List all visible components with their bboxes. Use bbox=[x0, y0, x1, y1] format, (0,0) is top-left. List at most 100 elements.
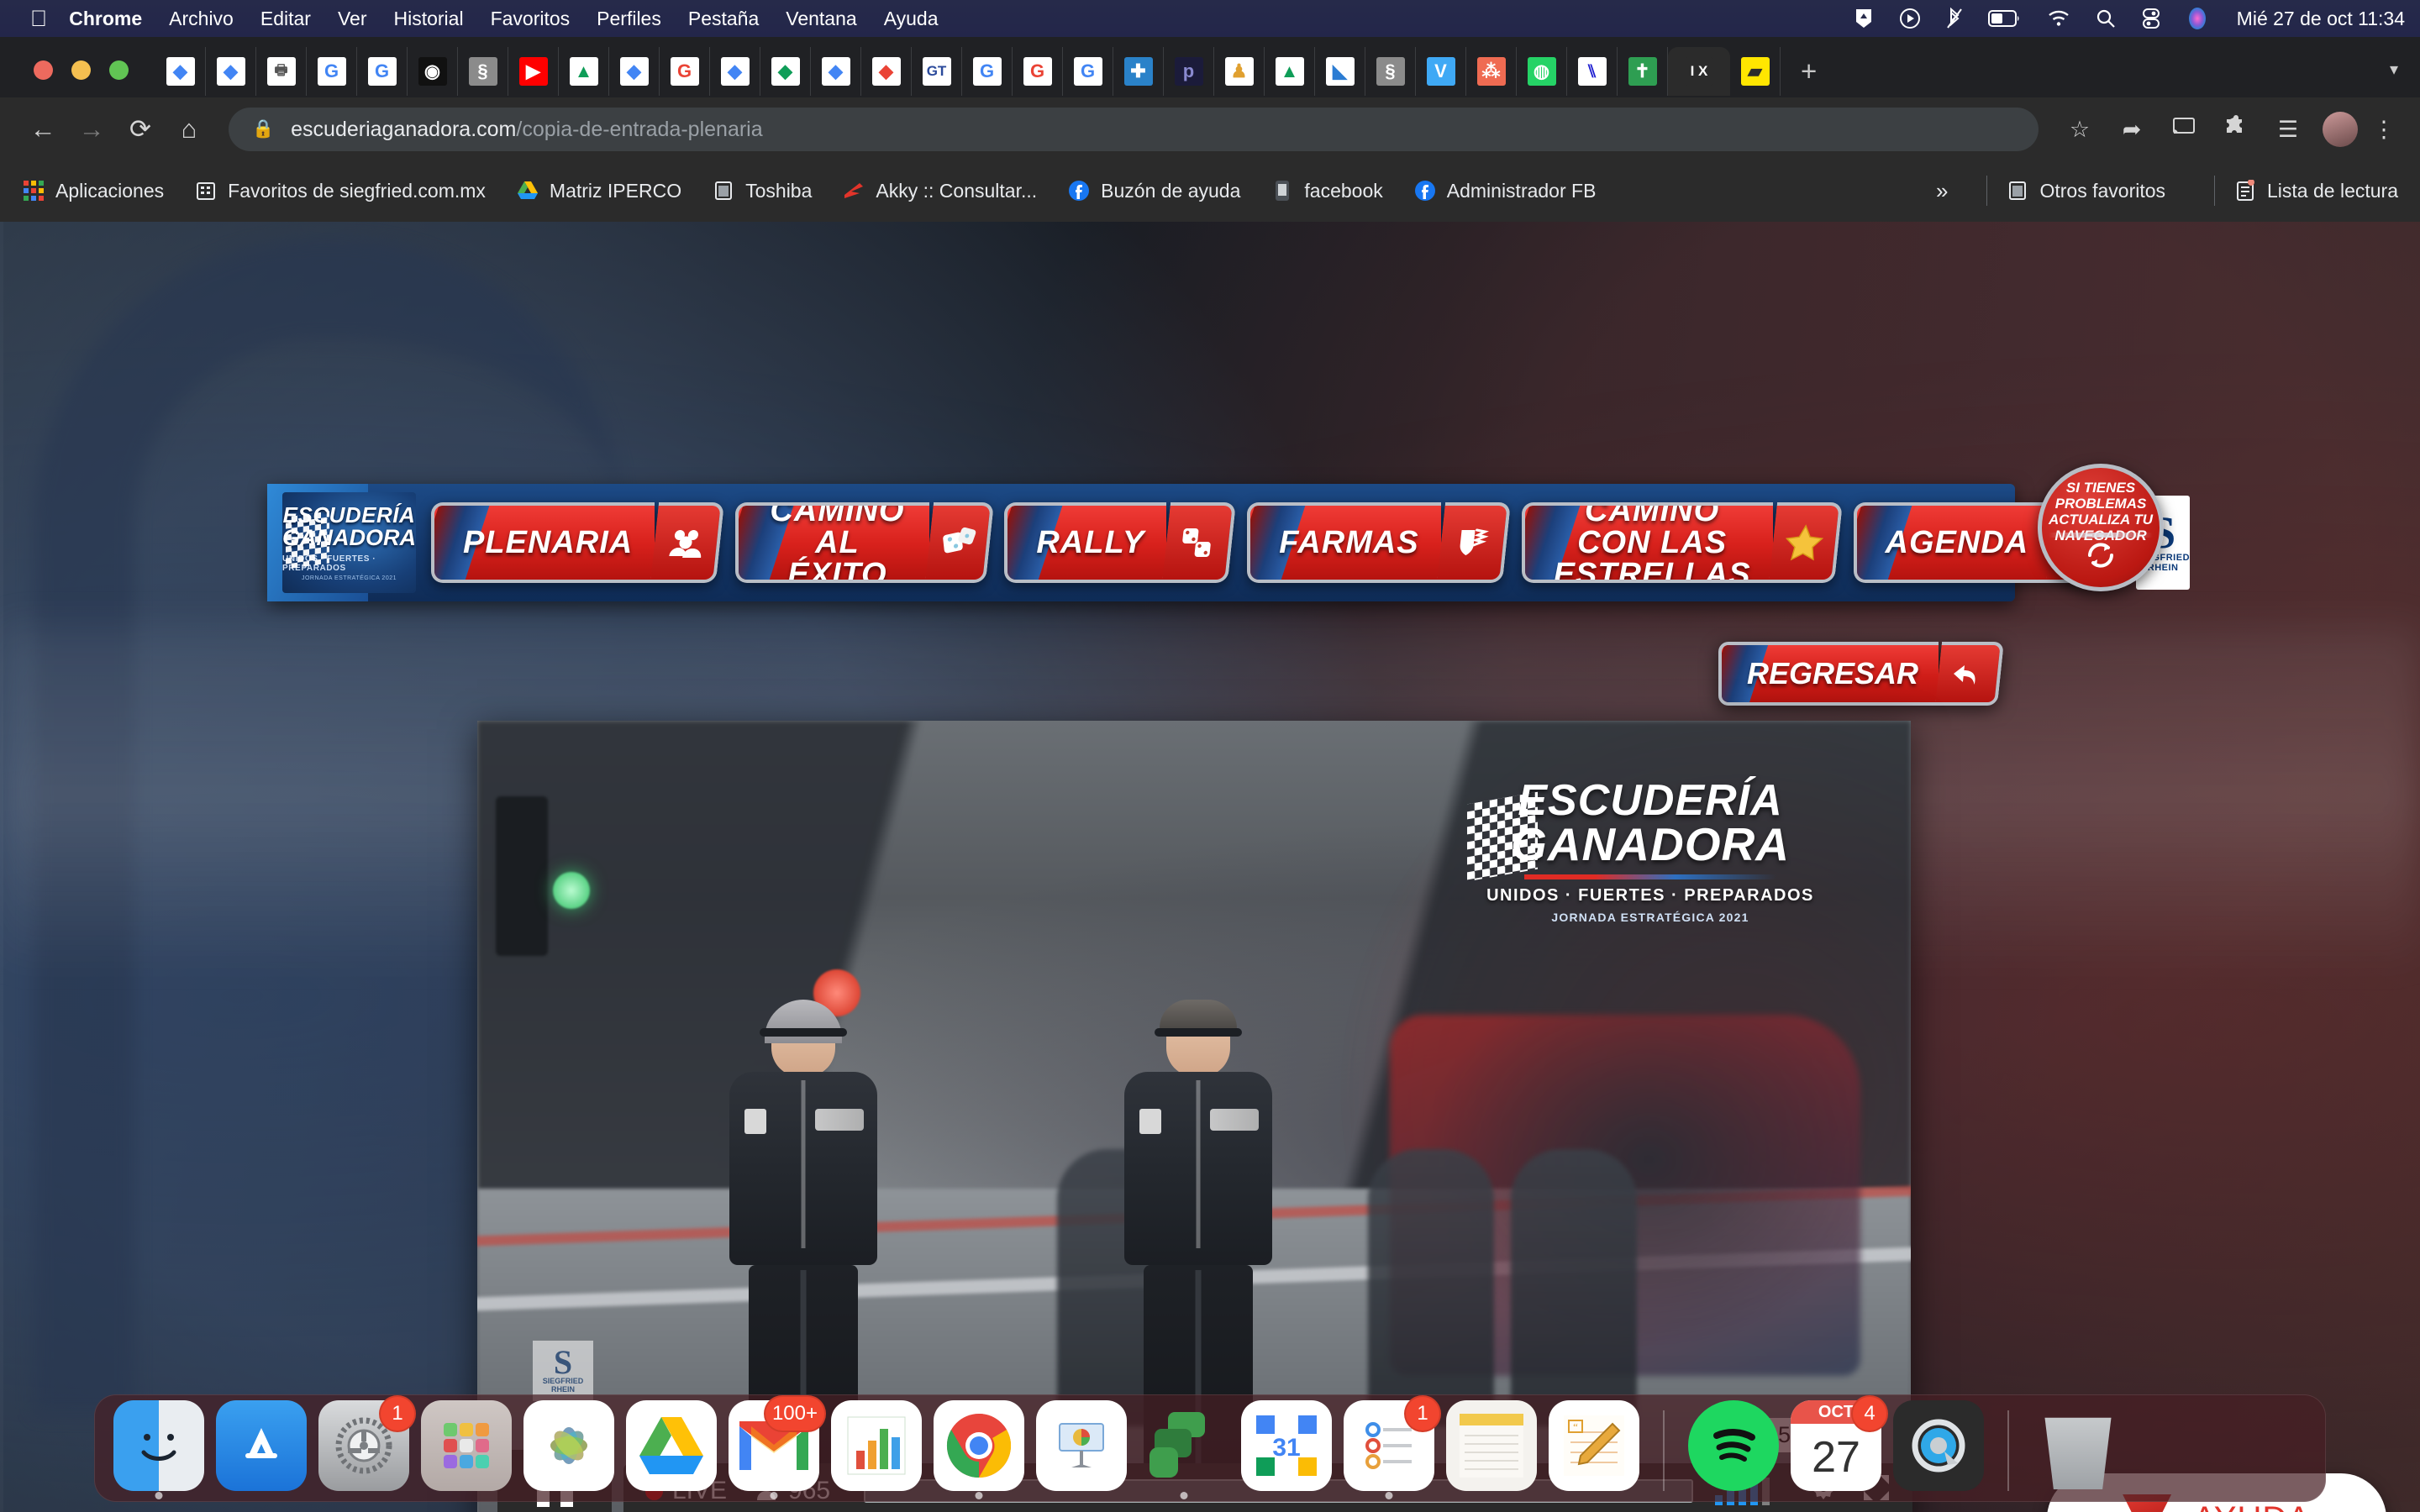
dock-item-chrome[interactable] bbox=[934, 1400, 1024, 1499]
menu-item-historial[interactable]: Historial bbox=[393, 8, 463, 30]
minimize-window-button[interactable] bbox=[71, 60, 91, 80]
tab-drive-9[interactable]: ▲ bbox=[1265, 47, 1315, 96]
tab-google-6[interactable]: G bbox=[1063, 47, 1113, 96]
tab-gt[interactable]: GT bbox=[912, 47, 962, 96]
nav-button-farmas[interactable]: FARMAS bbox=[1247, 502, 1511, 583]
dock-item-trash[interactable] bbox=[2033, 1400, 2123, 1491]
tab-drive-7[interactable]: ◆ bbox=[811, 47, 861, 96]
control-center-icon[interactable] bbox=[2141, 8, 2161, 29]
menu-item-favoritos[interactable]: Favoritos bbox=[491, 8, 571, 30]
battery-icon[interactable] bbox=[1987, 9, 2022, 28]
dock-item-spotify[interactable] bbox=[1688, 1400, 1779, 1491]
wifi-icon[interactable] bbox=[2047, 9, 2070, 28]
tab-drive-1[interactable]: ◆ bbox=[155, 47, 206, 96]
dock-item-reminders[interactable]: 1 bbox=[1344, 1395, 1441, 1499]
video-player[interactable]: ESCUDERÍA GANADORA UNIDOS · FUERTES · PR… bbox=[477, 721, 1911, 1512]
spotlight-search-icon[interactable] bbox=[2096, 8, 2116, 29]
tab-drive-5[interactable]: ◆ bbox=[710, 47, 760, 96]
share-icon[interactable]: ➦ bbox=[2106, 117, 2158, 143]
bookmark-aplicaciones[interactable]: Aplicaciones bbox=[22, 179, 164, 202]
menu-item-ver[interactable]: Ver bbox=[338, 8, 367, 30]
dock-item-google-drive[interactable] bbox=[626, 1400, 717, 1491]
tab-yellow-note[interactable]: ▰ bbox=[1730, 47, 1781, 96]
tab-blue-drop[interactable]: ◣ bbox=[1315, 47, 1365, 96]
tab-dark-owl[interactable]: ◉ bbox=[408, 47, 458, 96]
dock-item-launchpad[interactable] bbox=[421, 1400, 512, 1491]
dock-item-gmail[interactable]: 100+ bbox=[729, 1395, 826, 1499]
dropbox-icon[interactable] bbox=[1854, 8, 1874, 29]
dock-item-system-preferences[interactable]: 1 bbox=[318, 1395, 416, 1491]
tab-gray-globe-2[interactable]: § bbox=[1365, 47, 1416, 96]
tab-google-2[interactable]: G bbox=[357, 47, 408, 96]
reading-list-button[interactable]: Lista de lectura bbox=[2233, 179, 2398, 202]
dock-item-google-meet[interactable] bbox=[1139, 1400, 1229, 1499]
avatar[interactable] bbox=[2323, 112, 2358, 147]
dock-item-app-store[interactable] bbox=[216, 1400, 307, 1491]
siri-icon[interactable] bbox=[2186, 7, 2208, 30]
window-traffic-lights[interactable] bbox=[34, 60, 129, 80]
dock-item-keynote[interactable] bbox=[1036, 1400, 1127, 1491]
nav-button-rally[interactable]: RALLY bbox=[1004, 502, 1237, 583]
home-button[interactable]: ⌂ bbox=[165, 114, 213, 144]
tab-whatsapp[interactable]: ◍ bbox=[1517, 47, 1567, 96]
bookmark-facebook[interactable]: facebook bbox=[1270, 179, 1383, 202]
tab-drive-8[interactable]: ◆ bbox=[861, 47, 912, 96]
tab-medical[interactable]: ✚ bbox=[1113, 47, 1164, 96]
bookmark-favoritos-siegfried[interactable]: Favoritos de siegfried.com.mx bbox=[194, 179, 486, 202]
menu-item-perfiles[interactable]: Perfiles bbox=[597, 8, 661, 30]
bookmark-administrador-fb[interactable]: Administrador FB bbox=[1413, 179, 1596, 202]
bookmark-matriz-iperco[interactable]: Matriz IPERCO bbox=[516, 179, 681, 202]
reading-list-icon[interactable]: ☰ bbox=[2262, 117, 2314, 143]
tab-vimeo[interactable]: V bbox=[1416, 47, 1466, 96]
dock-item-text-edit[interactable]: “ bbox=[1549, 1400, 1639, 1491]
tab-person[interactable]: ♟ bbox=[1214, 47, 1265, 96]
dock-item-numbers[interactable] bbox=[831, 1400, 922, 1491]
menu-item-ayuda[interactable]: Ayuda bbox=[884, 8, 939, 30]
menu-item-archivo[interactable]: Archivo bbox=[169, 8, 234, 30]
back-button[interactable]: ← bbox=[18, 114, 67, 144]
tab-google-3[interactable]: G bbox=[660, 47, 710, 96]
nav-button-camino-al-exito[interactable]: CAMINO AL ÉXITO bbox=[735, 502, 994, 583]
tab-pj[interactable]: p bbox=[1164, 47, 1214, 96]
reload-button[interactable]: ⟳ bbox=[116, 114, 165, 144]
bookmark-star-icon[interactable]: ☆ bbox=[2054, 117, 2106, 143]
dock-item-calendar[interactable]: OCT 27 4 bbox=[1791, 1395, 1888, 1491]
chrome-menu-button[interactable]: ⋮ bbox=[2366, 117, 2402, 143]
nav-button-camino-con-las-estrellas[interactable]: CAMINO CON LAS ESTRELLAS bbox=[1521, 502, 1843, 583]
tab-orange[interactable]: ⁂ bbox=[1466, 47, 1517, 96]
now-playing-icon[interactable] bbox=[1899, 8, 1921, 29]
tab-blue-paint[interactable]: ⑊ bbox=[1567, 47, 1618, 96]
bookmark-toshiba[interactable]: Toshiba bbox=[712, 179, 812, 202]
site-brand-logo[interactable]: ESCUDERÍA GANADORA UNIDOS · FUERTES · PR… bbox=[282, 492, 416, 593]
menubar-clock[interactable]: Mié 27 de oct 11:34 bbox=[2237, 8, 2405, 30]
menu-item-pestana[interactable]: Pestaña bbox=[688, 8, 759, 30]
regresar-button[interactable]: REGRESAR bbox=[1718, 642, 2005, 706]
chevron-down-icon[interactable]: ▾ bbox=[2390, 59, 2398, 80]
close-window-button[interactable] bbox=[34, 60, 53, 80]
tab-google-4[interactable]: G bbox=[962, 47, 1013, 96]
address-bar[interactable]: 🔒 escuderiaganadora.com /copia-de-entrad… bbox=[229, 108, 2039, 151]
update-browser-badge[interactable]: SI TIENES PROBLEMAS ACTUALIZA TU NAVEGAD… bbox=[2038, 464, 2164, 591]
tab-green-cross[interactable]: ✝ bbox=[1618, 47, 1668, 96]
menu-item-editar[interactable]: Editar bbox=[260, 8, 311, 30]
bookmark-akky[interactable]: Akky :: Consultar... bbox=[842, 179, 1037, 202]
tab-printer[interactable]: 🖶 bbox=[256, 47, 307, 96]
bookmarks-overflow-button[interactable]: » bbox=[1936, 178, 1948, 204]
bookmark-buzon-ayuda[interactable]: Buzón de ayuda bbox=[1067, 179, 1240, 202]
menu-item-chrome[interactable]: Chrome bbox=[69, 8, 142, 30]
cast-icon[interactable] bbox=[2158, 117, 2210, 143]
tab-drive-4[interactable]: ◆ bbox=[609, 47, 660, 96]
new-tab-button[interactable]: + bbox=[1801, 55, 1817, 87]
tab-google-1[interactable]: G bbox=[307, 47, 357, 96]
dock-item-finder[interactable] bbox=[113, 1400, 204, 1499]
menu-item-ventana[interactable]: Ventana bbox=[786, 8, 856, 30]
tab-google-5[interactable]: G bbox=[1013, 47, 1063, 96]
dock-item-google-calendar[interactable]: 31 bbox=[1241, 1400, 1332, 1491]
tab-active-ix[interactable]: I X bbox=[1668, 47, 1730, 96]
tab-drive-3[interactable]: ▲ bbox=[559, 47, 609, 96]
tab-youtube[interactable]: ▶ bbox=[508, 47, 559, 96]
forward-button[interactable]: → bbox=[67, 114, 116, 144]
tab-drive-6[interactable]: ◆ bbox=[760, 47, 811, 96]
dock-item-notes[interactable] bbox=[1446, 1400, 1537, 1491]
extensions-icon[interactable] bbox=[2210, 114, 2262, 144]
